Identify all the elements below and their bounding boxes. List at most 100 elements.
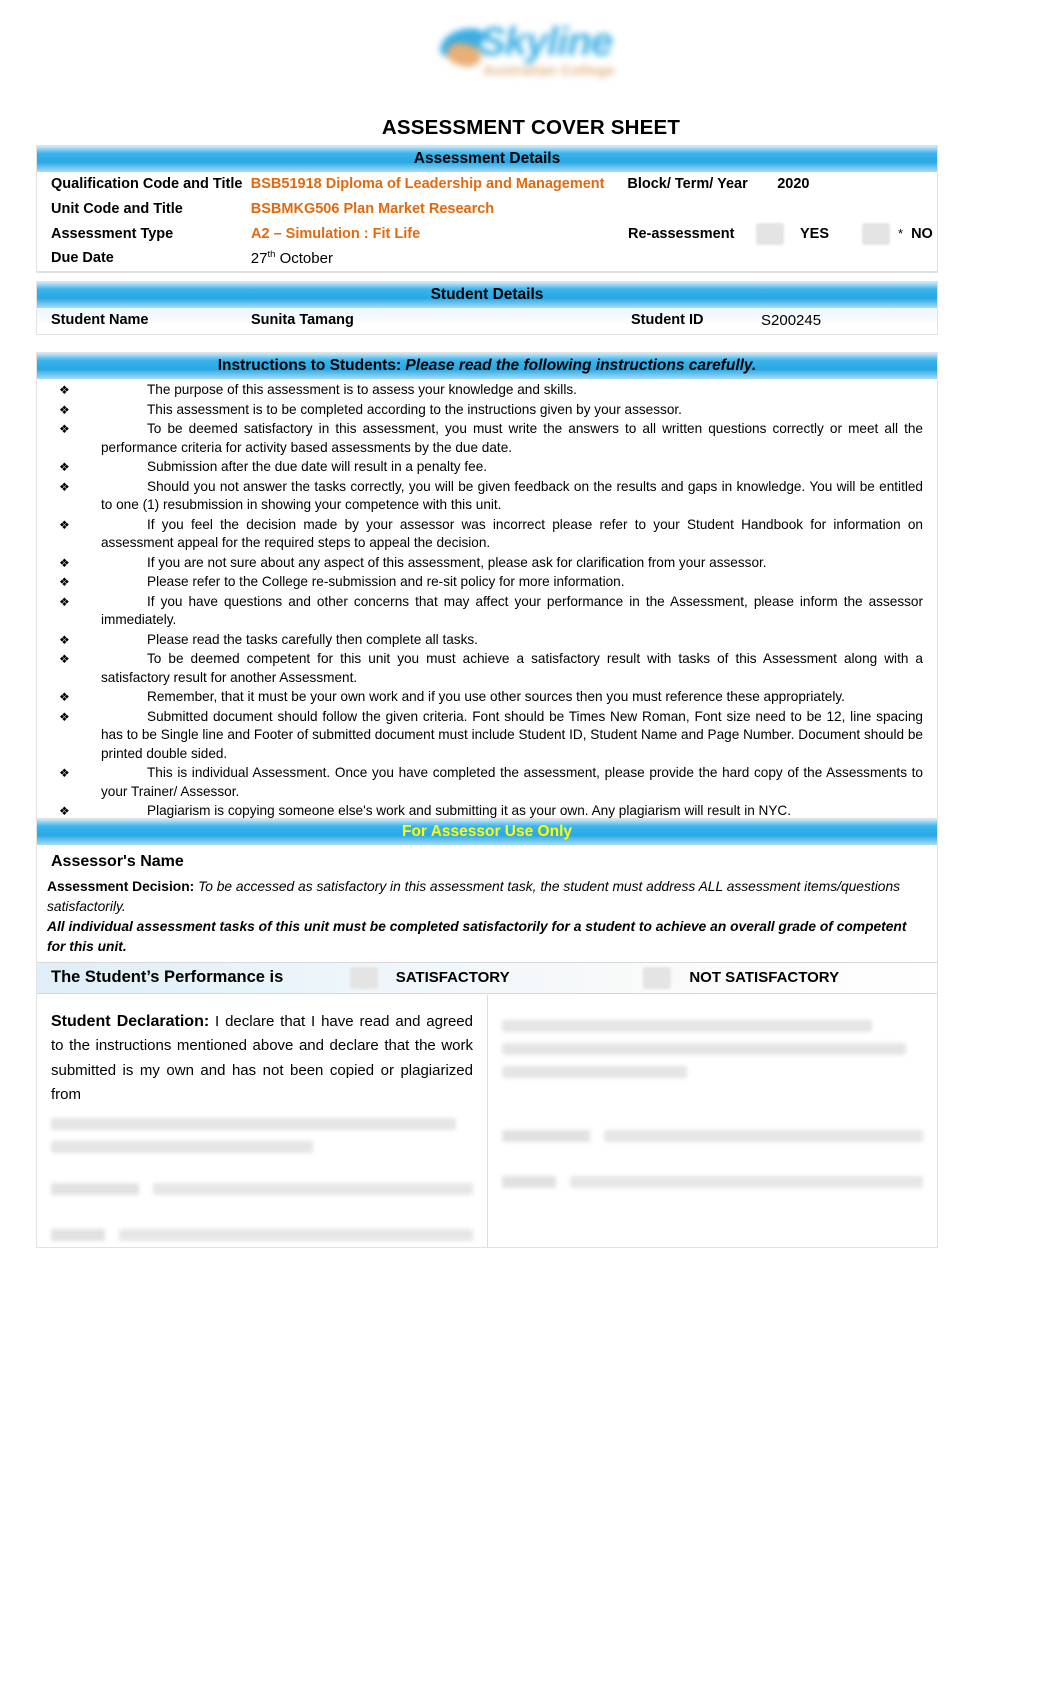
student-signature-row[interactable] bbox=[51, 1183, 473, 1196]
instruction-item: ❖ This assessment is to be completed acc… bbox=[47, 401, 927, 419]
logo-container: Skyline Australian College bbox=[0, 14, 1062, 97]
student-row: Student Name Sunita Tamang Student ID S2… bbox=[37, 308, 937, 334]
bullet-diamond-icon: ❖ bbox=[59, 383, 70, 398]
instructions-list: ❖ The purpose of this assessment is to a… bbox=[37, 379, 937, 827]
due-date-value: 27th October bbox=[251, 246, 606, 271]
instruction-text: If you have questions and other concerns… bbox=[101, 593, 923, 628]
reassessment-no-checkbox[interactable] bbox=[862, 222, 890, 245]
instruction-item: ❖ This is individual Assessment. Once yo… bbox=[47, 764, 927, 801]
student-date-row[interactable] bbox=[51, 1229, 473, 1242]
assessment-type-label: Assessment Type bbox=[51, 225, 174, 242]
unit-row: Unit Code and Title BSBMKG506 Plan Marke… bbox=[37, 197, 937, 222]
instruction-item: ❖ Should you not answer the tasks correc… bbox=[47, 478, 927, 515]
due-date-label: Due Date bbox=[51, 250, 114, 267]
reassessment-yes-checkbox[interactable] bbox=[756, 222, 784, 245]
student-declaration-label: Student Declaration: bbox=[51, 1012, 210, 1030]
student-declaration-cell: Student Declaration: I declare that I ha… bbox=[37, 995, 487, 1248]
instruction-text: If you feel the decision made by your as… bbox=[101, 516, 923, 551]
block-term-year-value: 2020 bbox=[777, 176, 810, 193]
declarations-row: Student Declaration: I declare that I ha… bbox=[37, 993, 937, 1248]
instruction-item: ❖ Please refer to the College re-submiss… bbox=[47, 573, 927, 591]
due-date-month: October bbox=[279, 250, 333, 268]
bullet-diamond-icon: ❖ bbox=[59, 594, 70, 609]
trainer-signature-row[interactable] bbox=[502, 1129, 923, 1142]
student-declaration-text: Student Declaration: I declare that I ha… bbox=[51, 1009, 473, 1108]
instruction-text: This assessment is to be completed accor… bbox=[147, 401, 682, 417]
instructions-band: Instructions to Students: Please read th… bbox=[37, 353, 937, 380]
instruction-item: ❖ The purpose of this assessment is to a… bbox=[47, 381, 927, 399]
instruction-item: ❖ If you are not sure about any aspect o… bbox=[47, 554, 927, 572]
trainer-declaration-cell bbox=[487, 994, 937, 1248]
bullet-diamond-icon: ❖ bbox=[59, 766, 70, 781]
instruction-item: ❖ Remember, that it must be your own wor… bbox=[47, 688, 927, 706]
instruction-text: Submitted document should follow the giv… bbox=[101, 708, 923, 761]
satisfactory-checkbox[interactable] bbox=[349, 966, 378, 989]
bullet-diamond-icon: ❖ bbox=[59, 460, 70, 475]
instruction-text: To be deemed competent for this unit you… bbox=[101, 651, 923, 685]
instruction-text: Should you not answer the tasks correctl… bbox=[101, 478, 923, 513]
not-satisfactory-checkbox[interactable] bbox=[643, 966, 672, 989]
unit-value: BSBMKG506 Plan Market Research bbox=[250, 200, 495, 217]
bullet-diamond-icon: ❖ bbox=[59, 575, 70, 590]
reassessment-label: Re-assessment bbox=[628, 225, 735, 242]
instruction-item: ❖ To be deemed competent for this unit y… bbox=[47, 650, 927, 687]
instruction-text: Remember, that it must be your own work … bbox=[147, 689, 845, 705]
student-date-line[interactable] bbox=[119, 1229, 473, 1242]
instruction-text: If you are not sure about any aspect of … bbox=[147, 554, 767, 570]
trainer-declaration-obscured-line bbox=[502, 1042, 907, 1055]
trainer-signature-label bbox=[502, 1129, 590, 1142]
assessor-body: Assessor's Name Assessment Decision: To … bbox=[37, 845, 937, 956]
student-name-value: Sunita Tamang bbox=[251, 312, 354, 329]
trainer-date-label bbox=[502, 1175, 556, 1188]
student-details-block: Student Details Student Name Sunita Tama… bbox=[36, 281, 938, 335]
bullet-diamond-icon: ❖ bbox=[59, 517, 70, 532]
student-signature-line[interactable] bbox=[153, 1183, 473, 1196]
assessment-type-row: Assessment Type A2 – Simulation : Fit Li… bbox=[37, 222, 937, 247]
logo-tagline: Australian College bbox=[483, 62, 615, 78]
student-id-label: Student ID bbox=[631, 312, 704, 329]
student-details-band: Student Details bbox=[37, 282, 937, 309]
unit-label: Unit Code and Title bbox=[51, 200, 183, 217]
instructions-block: Instructions to Students: Please read th… bbox=[36, 352, 938, 829]
bullet-diamond-icon: ❖ bbox=[59, 690, 70, 705]
trainer-declaration-obscured-line bbox=[502, 1065, 688, 1078]
student-id-value: S200245 bbox=[761, 312, 822, 330]
bullet-diamond-icon: ❖ bbox=[59, 555, 70, 570]
skyline-logo: Skyline Australian College bbox=[421, 14, 641, 92]
bullet-diamond-icon: ❖ bbox=[59, 402, 70, 417]
assessment-details-band: Assessment Details bbox=[37, 146, 937, 173]
trainer-declaration-obscured-line bbox=[502, 1019, 873, 1032]
trainer-date-line[interactable] bbox=[570, 1175, 923, 1188]
assessment-decision-line: Assessment Decision: To be accessed as s… bbox=[47, 877, 927, 917]
assessment-decision-label: Assessment Decision: bbox=[47, 878, 195, 894]
instruction-text: Submission after the due date will resul… bbox=[147, 459, 488, 475]
student-performance-row: The Student’s Performance is SATISFACTOR… bbox=[37, 961, 937, 994]
instruction-text: Please read the tasks carefully then com… bbox=[147, 631, 478, 647]
reassessment-marker: * bbox=[898, 225, 904, 241]
trainer-signature-line[interactable] bbox=[604, 1129, 923, 1142]
assessor-name-field[interactable]: Assessor's Name bbox=[47, 848, 927, 876]
logo-wordmark: Skyline bbox=[479, 20, 613, 64]
bullet-diamond-icon: ❖ bbox=[59, 632, 70, 647]
student-declaration-obscured-line bbox=[51, 1141, 313, 1154]
student-signature-label bbox=[51, 1183, 139, 1196]
assessor-name-label: Assessor's Name bbox=[51, 853, 184, 871]
instruction-item: ❖ Submitted document should follow the g… bbox=[47, 708, 927, 763]
qualification-row: Qualification Code and Title BSB51918 Di… bbox=[37, 172, 937, 197]
assessor-use-block: For Assessor Use Only Assessor's Name As… bbox=[36, 818, 938, 1249]
bullet-diamond-icon: ❖ bbox=[59, 709, 70, 724]
student-performance-label: The Student’s Performance is bbox=[51, 968, 284, 987]
instruction-item: ❖ To be deemed satisfactory in this asse… bbox=[47, 420, 927, 457]
reassessment-yes-label: YES bbox=[800, 225, 830, 242]
due-date-suffix: th bbox=[267, 249, 276, 261]
due-date-day: 27 bbox=[250, 250, 268, 268]
bullet-diamond-icon: ❖ bbox=[59, 479, 70, 494]
instruction-item: ❖ Please read the tasks carefully then c… bbox=[47, 631, 927, 649]
trainer-date-row[interactable] bbox=[502, 1175, 923, 1188]
due-date-row: Due Date 27th October bbox=[37, 246, 937, 273]
student-date-label bbox=[51, 1229, 105, 1242]
qualification-label: Qualification Code and Title bbox=[51, 176, 243, 193]
bullet-diamond-icon: ❖ bbox=[59, 422, 70, 437]
overall-note: All individual assessment tasks of this … bbox=[47, 918, 907, 954]
instruction-text: To be deemed satisfactory in this assess… bbox=[101, 421, 923, 455]
